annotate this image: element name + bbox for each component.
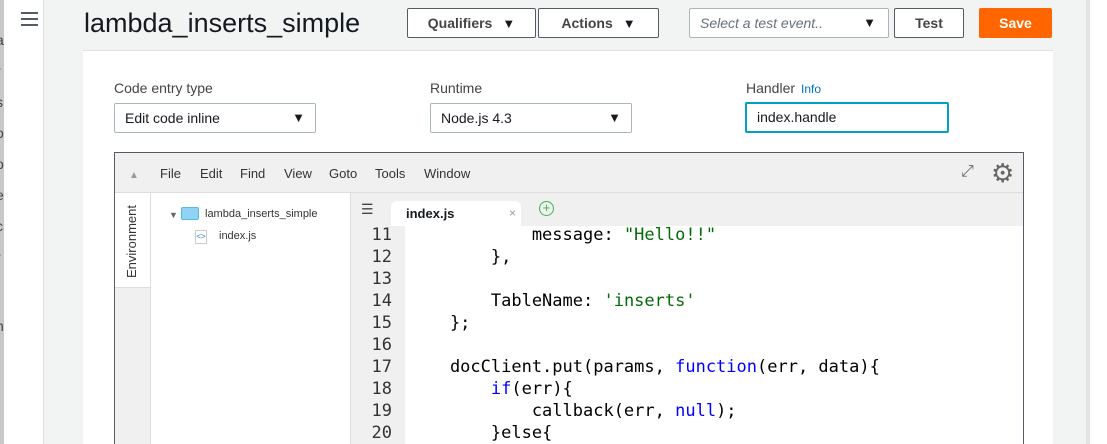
side-tab-bar	[115, 288, 151, 444]
menu-view[interactable]: View	[284, 166, 312, 181]
gear-icon[interactable]: ⚙	[991, 159, 1014, 187]
close-tab-icon[interactable]: ×	[509, 206, 516, 221]
code-entry-label: Code entry type	[114, 80, 213, 96]
fragment: r	[0, 249, 1, 265]
runtime-select[interactable]: Node.js 4.3 ▼	[430, 103, 632, 133]
fragment: r	[0, 63, 1, 79]
code-token: callback(err,	[409, 401, 676, 421]
code-token: },	[409, 247, 512, 267]
line-number: 16	[371, 335, 392, 355]
code-entry-select[interactable]: Edit code inline ▼	[114, 103, 316, 133]
line-number: 18	[371, 379, 392, 399]
line-number: 19	[371, 401, 392, 421]
fullscreen-icon[interactable]: ⤢	[961, 163, 974, 181]
code-line: docClient.put(params, function(err, data…	[409, 358, 880, 376]
qualifiers-button[interactable]: Qualifiers ▼	[407, 8, 536, 38]
fragment: s	[0, 94, 3, 110]
tab-list-icon[interactable]: ☰	[361, 201, 374, 217]
side-nav	[4, 0, 44, 444]
js-file-icon: <>	[195, 230, 207, 244]
handler-label-text: Handler	[746, 80, 796, 96]
code-line: };	[409, 314, 470, 332]
menu-edit[interactable]: Edit	[200, 166, 222, 181]
line-number: 15	[371, 313, 392, 333]
editor-tab-bar: ☰ index.js × +	[351, 193, 1023, 226]
handler-label: Handler Info	[746, 80, 821, 97]
line-number: 14	[371, 291, 392, 311]
code-editor[interactable]: 11 message: "Hello!!" 12 }, 13 14 TableName…	[351, 226, 1023, 444]
test-button[interactable]: Test	[894, 8, 964, 38]
line-number: 11	[371, 225, 392, 245]
test-event-select[interactable]: Select a test event.. ▼	[689, 8, 889, 38]
page-title: lambda_inserts_simple	[84, 8, 361, 38]
actions-button[interactable]: Actions ▼	[538, 8, 659, 38]
code-token: if	[490, 379, 512, 399]
expand-caret-icon[interactable]: ▼	[169, 209, 178, 222]
code-entry-value: Edit code inline	[125, 110, 220, 126]
code-line: if(err){	[409, 380, 573, 398]
tab-label: index.js	[406, 206, 455, 221]
runtime-value: Node.js 4.3	[441, 110, 512, 126]
file-tree: ▼ lambda_inserts_simple <> index.js	[151, 193, 351, 444]
code-token: message:	[409, 225, 624, 245]
ide-menu-bar: ▲ File Edit Find View Goto Tools Window …	[115, 153, 1023, 193]
code-line: callback(err, null);	[409, 402, 737, 420]
code-line: message: "Hello!!"	[409, 226, 716, 244]
line-number: 17	[371, 357, 392, 377]
test-event-placeholder: Select a test event..	[700, 15, 823, 31]
hamburger-menu-icon[interactable]	[21, 12, 38, 30]
caret-down-icon: ▼	[502, 15, 516, 31]
caret-down-icon: ▼	[608, 110, 621, 125]
actions-label: Actions	[561, 15, 613, 31]
tree-folder[interactable]: lambda_inserts_simple	[205, 208, 318, 221]
code-token: TableName:	[409, 291, 604, 311]
save-button[interactable]: Save	[979, 8, 1052, 38]
menu-window[interactable]: Window	[424, 166, 470, 181]
environment-tab-label: Environment	[124, 205, 139, 278]
code-token: docClient.put(params,	[409, 357, 676, 377]
collapse-caret-icon[interactable]: ▲	[129, 168, 139, 183]
code-token: 'inserts'	[603, 291, 696, 311]
caret-down-icon: ▼	[622, 15, 636, 31]
tree-file[interactable]: index.js	[219, 230, 256, 243]
handler-info-link[interactable]: Info	[801, 82, 821, 96]
code-token: };	[409, 313, 471, 333]
code-token: "Hello!!"	[623, 225, 717, 245]
fragment: c	[0, 218, 3, 234]
code-token: null	[675, 401, 717, 421]
code-editor-ide: ▲ File Edit Find View Goto Tools Window …	[114, 152, 1024, 444]
runtime-label: Runtime	[430, 80, 483, 96]
tab-index-js[interactable]: index.js ×	[391, 201, 521, 226]
menu-find[interactable]: Find	[240, 166, 265, 181]
code-line: },	[409, 248, 511, 266]
caret-down-icon: ▼	[292, 110, 305, 125]
code-line: TableName: 'inserts'	[409, 292, 696, 310]
code-token: function	[675, 357, 757, 377]
code-lines: 11 message: "Hello!!" 12 }, 13 14 TableName…	[351, 226, 1023, 444]
code-token: );	[716, 401, 737, 421]
handler-input[interactable]: index.handle	[745, 102, 949, 133]
right-pane	[1090, 0, 1107, 444]
code-line: }else{	[409, 424, 552, 442]
code-token: (err, data){	[757, 357, 880, 377]
line-number: 13	[371, 269, 392, 289]
caret-down-icon: ▼	[863, 15, 876, 30]
menu-file[interactable]: File	[160, 166, 181, 181]
environment-tab[interactable]: Environment	[115, 193, 151, 288]
new-tab-plus-icon[interactable]: +	[539, 201, 554, 216]
menu-goto[interactable]: Goto	[329, 166, 357, 181]
line-number: 12	[371, 247, 392, 267]
code-token: (err){	[511, 379, 573, 399]
menu-tools[interactable]: Tools	[375, 166, 405, 181]
qualifiers-label: Qualifiers	[427, 15, 493, 31]
code-token: }else{	[409, 423, 553, 443]
line-number: 20	[371, 423, 392, 443]
folder-icon	[181, 207, 199, 220]
